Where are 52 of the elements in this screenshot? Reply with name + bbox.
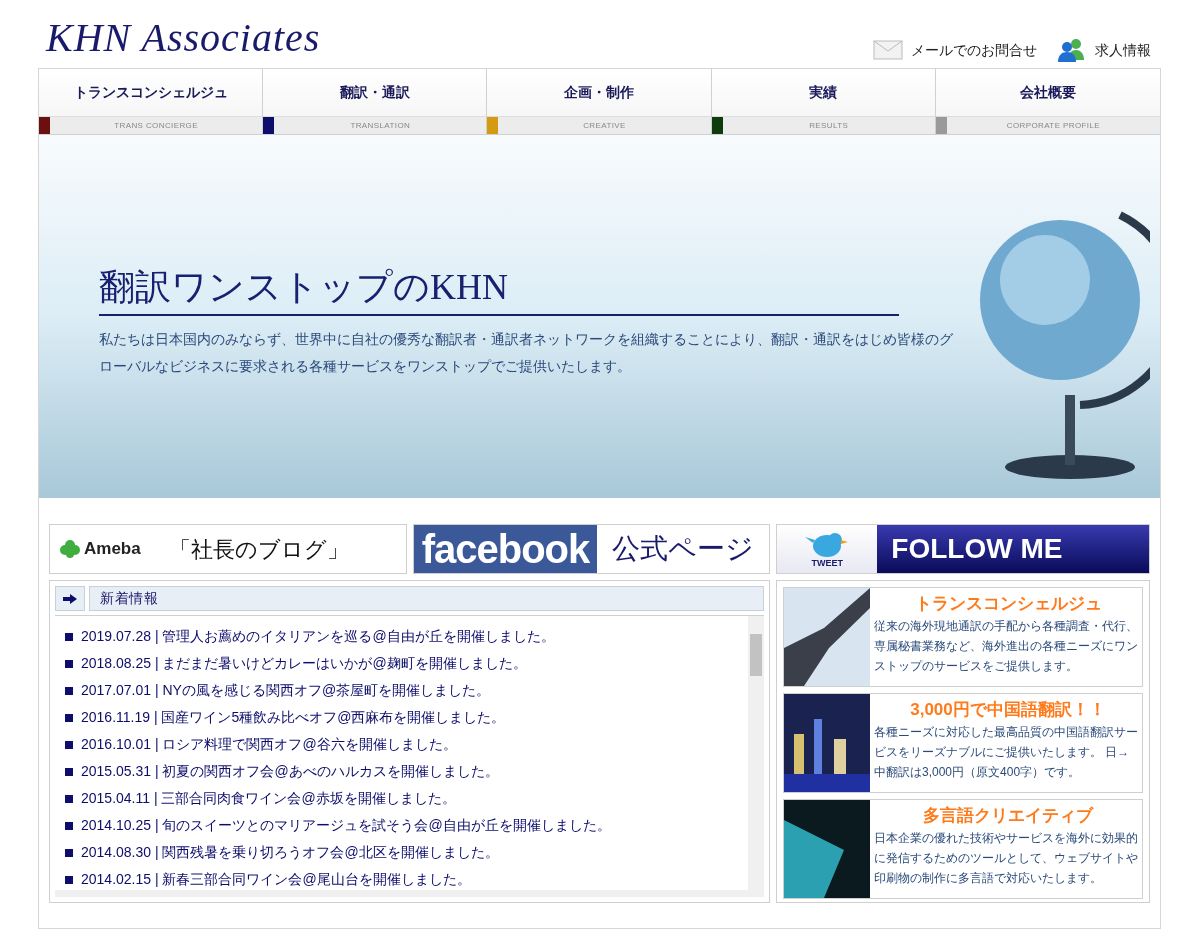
bullet-icon <box>65 740 73 749</box>
nav-tab[interactable]: 企画・制作 CREATIVE <box>487 69 712 134</box>
bullet-icon <box>65 794 73 803</box>
bullet-icon <box>65 821 73 830</box>
service-title: 多言語クリエイティブ <box>922 805 1095 827</box>
news-link[interactable]: 2014.10.25 | 旬のスイーツとのマリアージュを試そう会@自由が丘を開催しました。 <box>81 815 611 836</box>
header-link[interactable]: メールでのお問合せ <box>911 39 1037 61</box>
hero-description: 私たちは日本国内のみならず、世界中に自社の優秀な翻訳者・通訳者ネットワークを組織することにより、翻訳・通訳をはじめ皆様のグローバルなビジネスに要求される各種サービスをワンストップでご提供いたします。 <box>99 330 954 376</box>
news-link[interactable]: 2016.10.01 | ロシア料理で関西オフ@谷六を開催しました。 <box>81 734 457 755</box>
service-description: 各種ニーズに対応した最高品質の中国語翻訳サービスをリーズナブルにご提供いたします。 日→中翻訳は3,000円（原文400字）です。 <box>874 724 1139 781</box>
bullet-icon <box>65 659 73 668</box>
facebook-logo: facebook <box>413 525 598 573</box>
nav-tab[interactable]: トランスコンシェルジュ TRANS CONCIERGE <box>39 69 264 134</box>
bullet-icon <box>65 632 73 641</box>
vertical-scrollbar[interactable] <box>748 616 764 890</box>
bullet-icon <box>65 875 73 884</box>
nav-tab[interactable]: 翻訳・通訳 TRANSLATION <box>263 69 488 134</box>
news-heading: 新着情報 <box>89 586 764 611</box>
service-card[interactable]: 3,000円で中国語翻訳！！ 各種ニーズに対応した最高品質の中国語翻訳サービスをリーズナブルにご提供いたします。 日→中翻訳は3,000円（原文400字）です。 <box>783 693 1143 793</box>
bullet-icon <box>65 686 73 695</box>
news-link[interactable]: 2019.07.28 | 管理人お薦めのイタリアンを巡る@自由が丘を開催しました。 <box>81 626 555 647</box>
clover-icon <box>60 539 80 559</box>
news-link[interactable]: 2016.11.19 | 国産ワイン5種飲み比べオフ@西麻布を開催しました。 <box>81 707 506 728</box>
banner-label: 公式ページ <box>611 532 756 566</box>
service-description: 日本企業の優れた技術やサービスを海外に効果的に発信するためのツールとして、ウェブサイトや印刷物の制作に多言語で対応いたします。 <box>874 830 1139 887</box>
header-link[interactable]: 求人情報 <box>1095 39 1151 61</box>
ameba-logo: Ameba <box>84 538 141 561</box>
twitter-banner[interactable]: TWEET FOLLOW ME <box>776 524 1150 574</box>
news-link[interactable]: 2015.05.31 | 初夏の関西オフ会@あべのハルカスを開催しました。 <box>81 761 499 782</box>
service-card[interactable]: 多言語クリエイティブ 日本企業の優れた技術やサービスを海外に効果的に発信するためのツールとして、ウェブサイトや印刷物の制作に多言語で対応いたします。 <box>783 799 1143 899</box>
bullet-icon <box>65 713 73 722</box>
service-description: 従来の海外現地通訳の手配から各種調査・代行、専属秘書業務など、海外進出の各種ニーズにワンストップのサービスをご提供します。 <box>874 618 1139 675</box>
news-link[interactable]: 2015.04.11 | 三部合同肉食ワイン会@赤坂を開催しました。 <box>81 788 456 809</box>
news-link[interactable]: 2018.08.25 | まだまだ暑いけどカレーはいかが@麹町を開催しました。 <box>81 653 527 674</box>
news-link[interactable]: 2017.07.01 | NYの風を感じる関西オフ@茶屋町を開催しました。 <box>81 680 491 701</box>
hero-title: 翻訳ワンストップのKHN <box>99 266 509 309</box>
people-icon <box>1057 38 1087 62</box>
tweet-caption: TWEET <box>811 558 844 568</box>
service-card[interactable]: トランスコンシェルジュ 従来の海外現地通訳の手配から各種調査・代行、専属秘書業務など、海外進出の各種ニーズにワンストップのサービスをご提供します。 <box>783 587 1143 687</box>
nav-tab[interactable]: 実績 RESULTS <box>711 69 936 134</box>
envelope-icon <box>873 40 903 60</box>
banner-label: 「社長のブログ」 <box>168 535 349 564</box>
bullet-icon <box>65 848 73 857</box>
blog-banner[interactable]: Ameba 「社長のブログ」 <box>49 524 407 574</box>
banner-label: FOLLOW ME <box>877 525 1149 573</box>
service-title: トランスコンシェルジュ <box>913 593 1103 615</box>
facebook-banner[interactable]: facebook 公式ページ <box>412 524 771 574</box>
bullet-icon <box>65 767 73 776</box>
logo[interactable]: KHN Associates <box>46 18 321 68</box>
news-link[interactable]: 2014.02.15 | 新春三部合同ワイン会@尾山台を開催しました。 <box>81 869 471 890</box>
service-title: 3,000円で中国語翻訳！！ <box>909 699 1107 721</box>
news-link[interactable]: 2014.08.30 | 関西残暑を乗り切ろうオフ会@北区を開催しました。 <box>81 842 499 863</box>
